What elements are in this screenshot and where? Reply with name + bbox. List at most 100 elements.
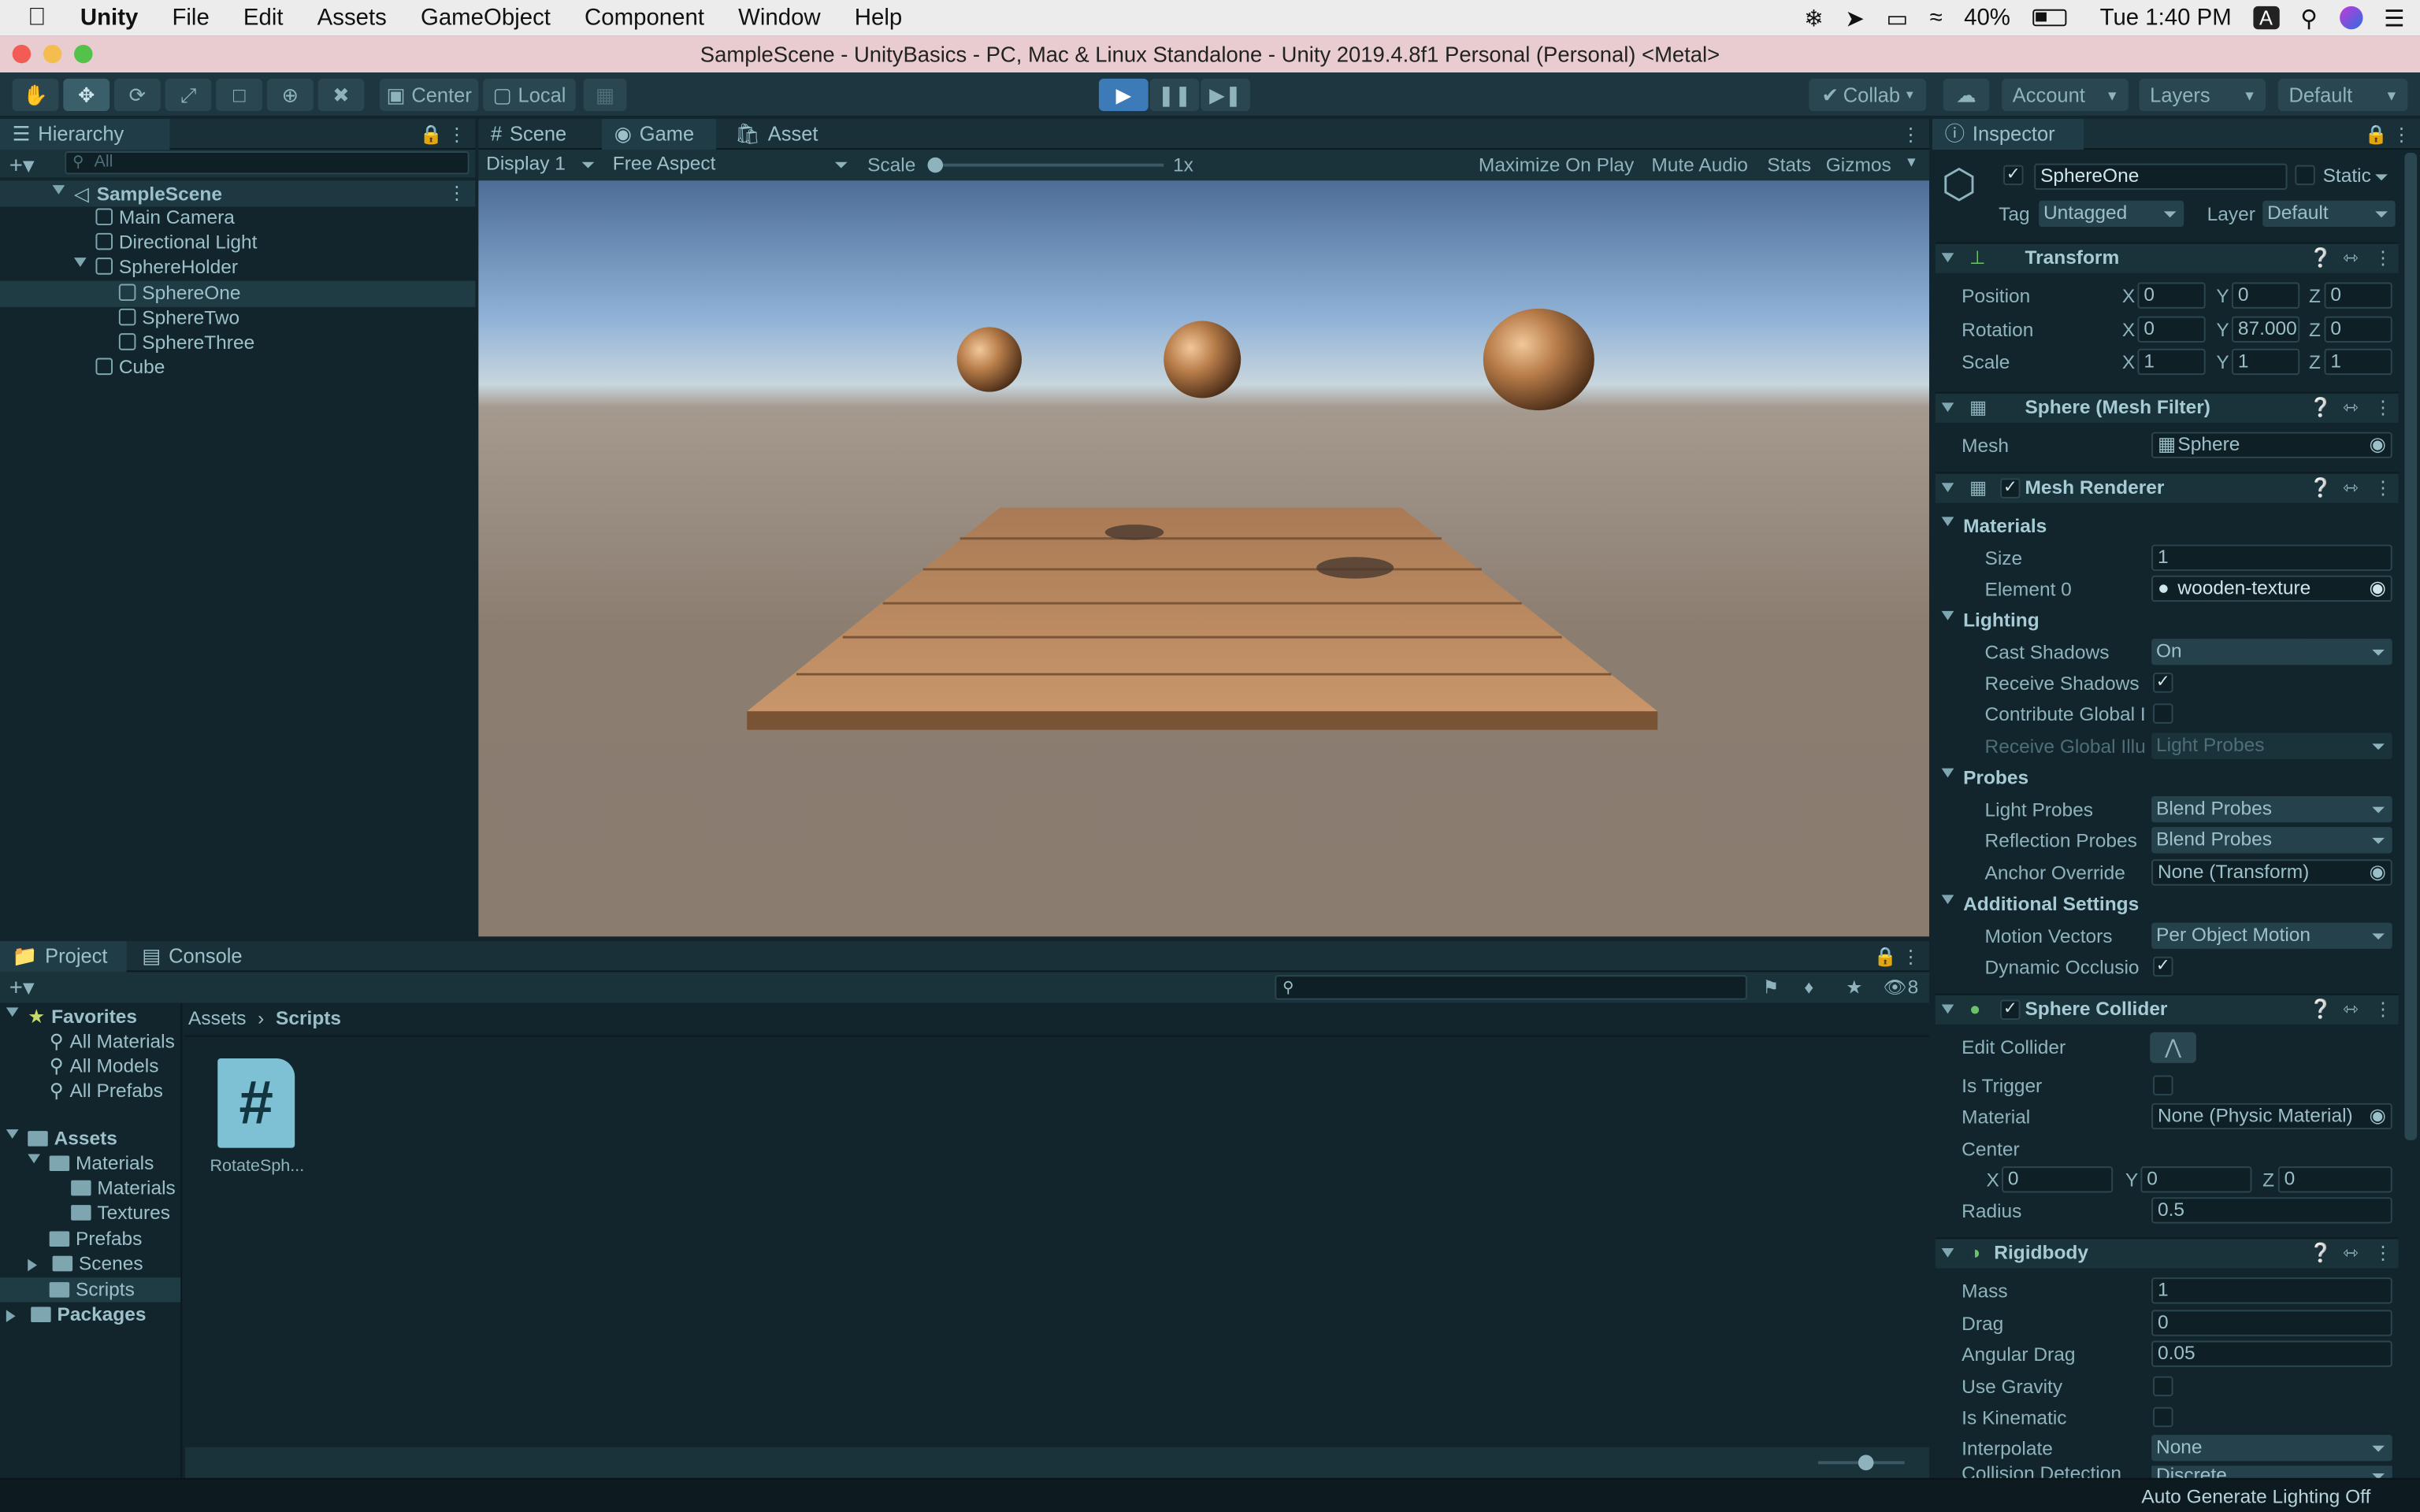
collab-dropdown[interactable]: ✔ Collab ▾ — [1809, 78, 1927, 112]
menu-edit[interactable]: Edit — [243, 5, 284, 31]
fold-icon[interactable] — [1941, 1247, 1954, 1264]
airplay-icon[interactable]: ▭ — [1886, 4, 1908, 32]
project-kebab-icon[interactable]: ⋮ — [1902, 946, 1921, 967]
help-icon[interactable]: ❔ — [2309, 1242, 2332, 1263]
scale-z-field[interactable]: 1 — [2324, 348, 2392, 376]
create-plus-icon[interactable]: +▾ — [9, 151, 35, 179]
center-y-field[interactable]: 0 — [2140, 1166, 2252, 1193]
position-z-field[interactable]: 0 — [2324, 282, 2392, 309]
hierarchy-item-directional-light[interactable]: Directional Light — [95, 232, 257, 253]
favorite-star-icon[interactable]: ★ — [1846, 976, 1862, 998]
tree-materials-sub[interactable]: Materials — [71, 1177, 176, 1199]
rotate-tool-icon[interactable]: ⟳ — [113, 78, 161, 112]
pause-button[interactable]: ❚❚ — [1149, 78, 1200, 112]
object-picker-icon[interactable]: ◉ — [2370, 861, 2386, 884]
custom-tool-icon[interactable]: ✖ — [317, 78, 365, 112]
tab-asset-store[interactable]: 🛍Asset Store — [722, 119, 883, 176]
fold-icon[interactable] — [1941, 483, 1954, 498]
game-render-view[interactable] — [478, 180, 1929, 937]
use-gravity-checkbox[interactable] — [2153, 1376, 2173, 1397]
scale-x-field[interactable]: 1 — [2137, 348, 2206, 376]
sphere-collider-enabled-checkbox[interactable]: ✓ — [2000, 999, 2021, 1021]
csharp-script-icon[interactable]: # — [217, 1058, 295, 1148]
menu-app[interactable]: Unity — [80, 5, 138, 31]
object-picker-icon[interactable]: ◉ — [2370, 577, 2386, 600]
inspector-kebab-icon[interactable]: ⋮ — [2392, 124, 2411, 145]
materials-size-field[interactable]: 1 — [2151, 544, 2392, 571]
rect-tool-icon[interactable]: □ — [216, 78, 263, 112]
mesh-filter-header[interactable]: ▦ Sphere (Mesh Filter) ❔ ⇿ ⋮ — [1935, 391, 2399, 423]
light-probes-dropdown[interactable]: Blend Probes — [2151, 795, 2392, 823]
siri-icon[interactable] — [2339, 6, 2362, 30]
rotation-z-field[interactable]: 0 — [2324, 316, 2392, 343]
display-dropdown[interactable]: Display 1 — [481, 151, 602, 177]
tab-scene[interactable]: # Scene — [478, 119, 596, 150]
drag-field[interactable]: 0 — [2151, 1310, 2392, 1336]
layer-dropdown[interactable]: Default — [2262, 200, 2396, 228]
project-search-input[interactable]: ⚲ — [1275, 975, 1747, 1000]
tree-all-prefabs[interactable]: ⚲ All Prefabs — [50, 1078, 163, 1101]
hierarchy-item-sphereholder[interactable]: SphereHolder — [74, 256, 238, 278]
tree-materials[interactable]: Materials — [28, 1153, 154, 1174]
step-button[interactable]: ▶❚ — [1201, 78, 1250, 112]
rotation-y-field[interactable]: 87.000 — [2232, 316, 2300, 343]
preset-icon[interactable]: ⇿ — [2343, 246, 2359, 268]
layout-dropdown[interactable]: Default ▼ — [2277, 78, 2408, 112]
spotlight-icon[interactable]: ⚲ — [2300, 4, 2318, 32]
menu-assets[interactable]: Assets — [317, 5, 387, 31]
help-icon[interactable]: ❔ — [2309, 476, 2332, 498]
anchor-override-field[interactable]: None (Transform) ◉ — [2151, 859, 2392, 886]
hierarchy-search-input[interactable]: ⚲ All — [65, 151, 470, 175]
is-kinematic-checkbox[interactable] — [2153, 1406, 2173, 1428]
object-picker-icon[interactable]: ◉ — [2370, 1105, 2386, 1128]
component-menu-icon[interactable]: ⋮ — [2374, 999, 2392, 1020]
mute-audio-button[interactable]: Mute Audio — [1651, 154, 1748, 176]
edit-collider-icon[interactable]: ⋀ — [2150, 1032, 2196, 1063]
tree-scenes[interactable]: Scenes — [28, 1253, 143, 1274]
center-x-field[interactable]: 0 — [2002, 1166, 2114, 1193]
tree-favorites[interactable]: ★ Favorites — [6, 1004, 137, 1028]
tab-project[interactable]: 📁 Project — [0, 941, 127, 973]
notification-center-icon[interactable]: ☰ — [2384, 4, 2404, 32]
account-dropdown[interactable]: Account ▼ — [2002, 78, 2129, 112]
tab-game[interactable]: ◉ Game — [602, 118, 717, 150]
additional-settings-section[interactable]: Additional Settings — [1941, 893, 2139, 915]
help-icon[interactable]: ❔ — [2309, 246, 2332, 268]
preset-icon[interactable]: ⇿ — [2343, 999, 2359, 1020]
script-file-label[interactable]: RotateSph... — [210, 1157, 304, 1176]
position-y-field[interactable]: 0 — [2232, 282, 2300, 309]
collider-material-field[interactable]: None (Physic Material) ◉ — [2151, 1102, 2392, 1130]
hierarchy-item-sphereone[interactable]: SphereOne — [118, 283, 241, 304]
scene-kebab-icon[interactable]: ⋮ — [447, 182, 466, 203]
center-z-field[interactable]: 0 — [2277, 1166, 2392, 1193]
radius-field[interactable]: 0.5 — [2151, 1197, 2392, 1224]
kebab-menu-icon[interactable]: ⋮ — [447, 124, 466, 145]
object-picker-icon[interactable]: ◉ — [2370, 434, 2386, 457]
position-x-field[interactable]: 0 — [2137, 282, 2206, 309]
fold-icon[interactable] — [1941, 1004, 1954, 1020]
input-source-icon[interactable]: A — [2253, 6, 2279, 30]
scale-tool-icon[interactable]: ⤢ — [165, 78, 212, 112]
component-menu-icon[interactable]: ⋮ — [2374, 476, 2392, 498]
help-icon[interactable]: ❔ — [2309, 999, 2332, 1020]
reflection-probes-dropdown[interactable]: Blend Probes — [2151, 827, 2392, 854]
scale-slider-track[interactable] — [935, 163, 1164, 167]
inspector-scrollbar[interactable] — [2404, 152, 2418, 1140]
send-icon[interactable]: ➤ — [1845, 4, 1865, 32]
inspector-lock-icon[interactable]: 🔒 — [2364, 124, 2387, 145]
gizmos-button[interactable]: Gizmos — [1826, 154, 1891, 176]
static-dropdown[interactable]: Static — [2318, 164, 2396, 190]
tree-all-models[interactable]: ⚲ All Models — [50, 1054, 159, 1077]
transform-tool-icon[interactable]: ⊕ — [266, 78, 314, 112]
gizmos-dropdown-icon[interactable]: ▼ — [1905, 154, 1918, 170]
probes-section[interactable]: Probes — [1941, 767, 2028, 788]
menu-gameobject[interactable]: GameObject — [421, 5, 551, 31]
static-checkbox[interactable] — [2295, 165, 2315, 186]
preset-icon[interactable]: ⇿ — [2343, 476, 2359, 498]
project-lock-icon[interactable]: 🔒 — [1873, 946, 1896, 967]
collision-detection-dropdown[interactable]: Discrete — [2151, 1466, 2392, 1478]
hierarchy-item-spherethree[interactable]: SphereThree — [118, 332, 254, 354]
scale-slider-thumb[interactable] — [927, 157, 944, 173]
hierarchy-item-spheretwo[interactable]: SphereTwo — [118, 307, 239, 328]
component-menu-icon[interactable]: ⋮ — [2374, 397, 2392, 418]
